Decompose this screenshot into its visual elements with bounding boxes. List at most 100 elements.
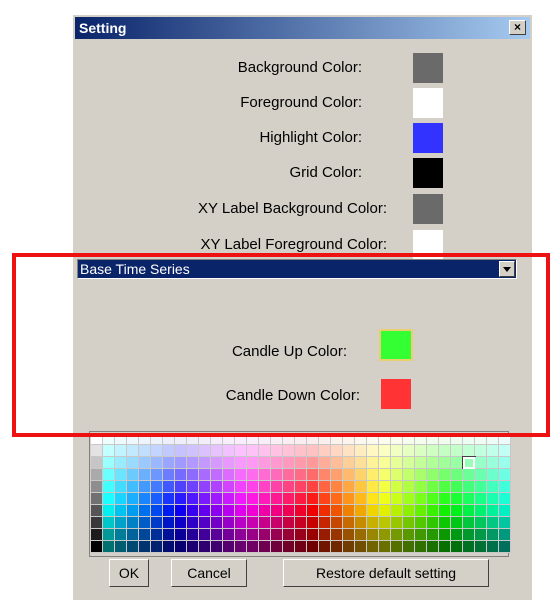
- palette-swatch[interactable]: [91, 457, 103, 469]
- palette-swatch[interactable]: [295, 517, 307, 529]
- palette-swatch[interactable]: [355, 469, 367, 481]
- palette-swatch[interactable]: [115, 493, 127, 505]
- palette-swatch[interactable]: [175, 481, 187, 493]
- palette-swatch[interactable]: [259, 517, 271, 529]
- palette-swatch[interactable]: [379, 469, 391, 481]
- palette-swatch[interactable]: [223, 481, 235, 493]
- palette-swatch[interactable]: [91, 541, 103, 553]
- palette-swatch[interactable]: [499, 433, 511, 445]
- palette-swatch[interactable]: [391, 541, 403, 553]
- palette-swatch[interactable]: [355, 505, 367, 517]
- palette-swatch[interactable]: [175, 469, 187, 481]
- palette-swatch[interactable]: [223, 445, 235, 457]
- palette-swatch[interactable]: [403, 505, 415, 517]
- palette-swatch[interactable]: [223, 457, 235, 469]
- foreground-color-swatch[interactable]: [413, 88, 443, 118]
- palette-swatch[interactable]: [91, 469, 103, 481]
- palette-swatch[interactable]: [103, 433, 115, 445]
- palette-swatch[interactable]: [223, 541, 235, 553]
- palette-swatch[interactable]: [271, 481, 283, 493]
- palette-swatch[interactable]: [391, 493, 403, 505]
- palette-swatch[interactable]: [199, 445, 211, 457]
- palette-swatch[interactable]: [199, 541, 211, 553]
- palette-swatch[interactable]: [487, 469, 499, 481]
- palette-swatch[interactable]: [175, 529, 187, 541]
- palette-swatch[interactable]: [271, 433, 283, 445]
- palette-swatch[interactable]: [163, 541, 175, 553]
- palette-swatch[interactable]: [91, 445, 103, 457]
- palette-swatch[interactable]: [187, 541, 199, 553]
- palette-swatch[interactable]: [307, 481, 319, 493]
- palette-swatch[interactable]: [223, 517, 235, 529]
- palette-swatch[interactable]: [199, 529, 211, 541]
- palette-swatch[interactable]: [199, 493, 211, 505]
- palette-swatch[interactable]: [379, 505, 391, 517]
- palette-swatch[interactable]: [115, 517, 127, 529]
- palette-swatch[interactable]: [187, 469, 199, 481]
- palette-swatch[interactable]: [499, 505, 511, 517]
- palette-swatch[interactable]: [259, 469, 271, 481]
- palette-swatch[interactable]: [247, 505, 259, 517]
- palette-swatch[interactable]: [319, 493, 331, 505]
- palette-swatch[interactable]: [223, 529, 235, 541]
- palette-swatch[interactable]: [475, 493, 487, 505]
- palette-swatch[interactable]: [259, 445, 271, 457]
- palette-swatch[interactable]: [475, 529, 487, 541]
- palette-swatch[interactable]: [403, 529, 415, 541]
- palette-swatch[interactable]: [331, 493, 343, 505]
- palette-swatch[interactable]: [451, 433, 463, 445]
- palette-swatch[interactable]: [331, 445, 343, 457]
- palette-swatch[interactable]: [127, 529, 139, 541]
- palette-swatch[interactable]: [499, 541, 511, 553]
- palette-swatch[interactable]: [475, 517, 487, 529]
- palette-swatch[interactable]: [463, 493, 475, 505]
- palette-swatch[interactable]: [283, 445, 295, 457]
- palette-swatch[interactable]: [475, 457, 487, 469]
- palette-swatch[interactable]: [367, 529, 379, 541]
- palette-swatch[interactable]: [283, 481, 295, 493]
- palette-swatch[interactable]: [127, 469, 139, 481]
- palette-swatch[interactable]: [475, 433, 487, 445]
- palette-swatch[interactable]: [127, 517, 139, 529]
- palette-swatch[interactable]: [151, 445, 163, 457]
- palette-swatch[interactable]: [163, 445, 175, 457]
- palette-swatch[interactable]: [247, 433, 259, 445]
- palette-swatch[interactable]: [415, 433, 427, 445]
- palette-swatch[interactable]: [391, 433, 403, 445]
- palette-swatch[interactable]: [415, 481, 427, 493]
- palette-swatch[interactable]: [427, 469, 439, 481]
- palette-swatch[interactable]: [211, 445, 223, 457]
- palette-swatch[interactable]: [343, 457, 355, 469]
- palette-swatch[interactable]: [391, 481, 403, 493]
- palette-swatch[interactable]: [463, 457, 475, 469]
- palette-swatch[interactable]: [271, 529, 283, 541]
- palette-swatch[interactable]: [259, 457, 271, 469]
- chevron-down-icon[interactable]: [499, 261, 515, 277]
- title-bar[interactable]: Setting ×: [75, 17, 530, 39]
- palette-swatch[interactable]: [103, 517, 115, 529]
- palette-swatch[interactable]: [115, 445, 127, 457]
- palette-swatch[interactable]: [487, 505, 499, 517]
- palette-swatch[interactable]: [355, 541, 367, 553]
- palette-swatch[interactable]: [235, 541, 247, 553]
- palette-swatch[interactable]: [175, 493, 187, 505]
- palette-swatch[interactable]: [403, 493, 415, 505]
- palette-swatch[interactable]: [451, 481, 463, 493]
- palette-swatch[interactable]: [367, 505, 379, 517]
- palette-swatch[interactable]: [475, 445, 487, 457]
- palette-swatch[interactable]: [343, 445, 355, 457]
- palette-swatch[interactable]: [487, 493, 499, 505]
- palette-swatch[interactable]: [271, 541, 283, 553]
- palette-swatch[interactable]: [499, 529, 511, 541]
- palette-swatch[interactable]: [139, 445, 151, 457]
- palette-swatch[interactable]: [355, 529, 367, 541]
- palette-swatch[interactable]: [211, 529, 223, 541]
- palette-swatch[interactable]: [307, 517, 319, 529]
- palette-swatch[interactable]: [139, 541, 151, 553]
- cancel-button[interactable]: Cancel: [171, 559, 247, 587]
- palette-swatch[interactable]: [223, 469, 235, 481]
- palette-swatch[interactable]: [295, 541, 307, 553]
- palette-swatch[interactable]: [115, 529, 127, 541]
- palette-swatch[interactable]: [271, 505, 283, 517]
- palette-swatch[interactable]: [235, 457, 247, 469]
